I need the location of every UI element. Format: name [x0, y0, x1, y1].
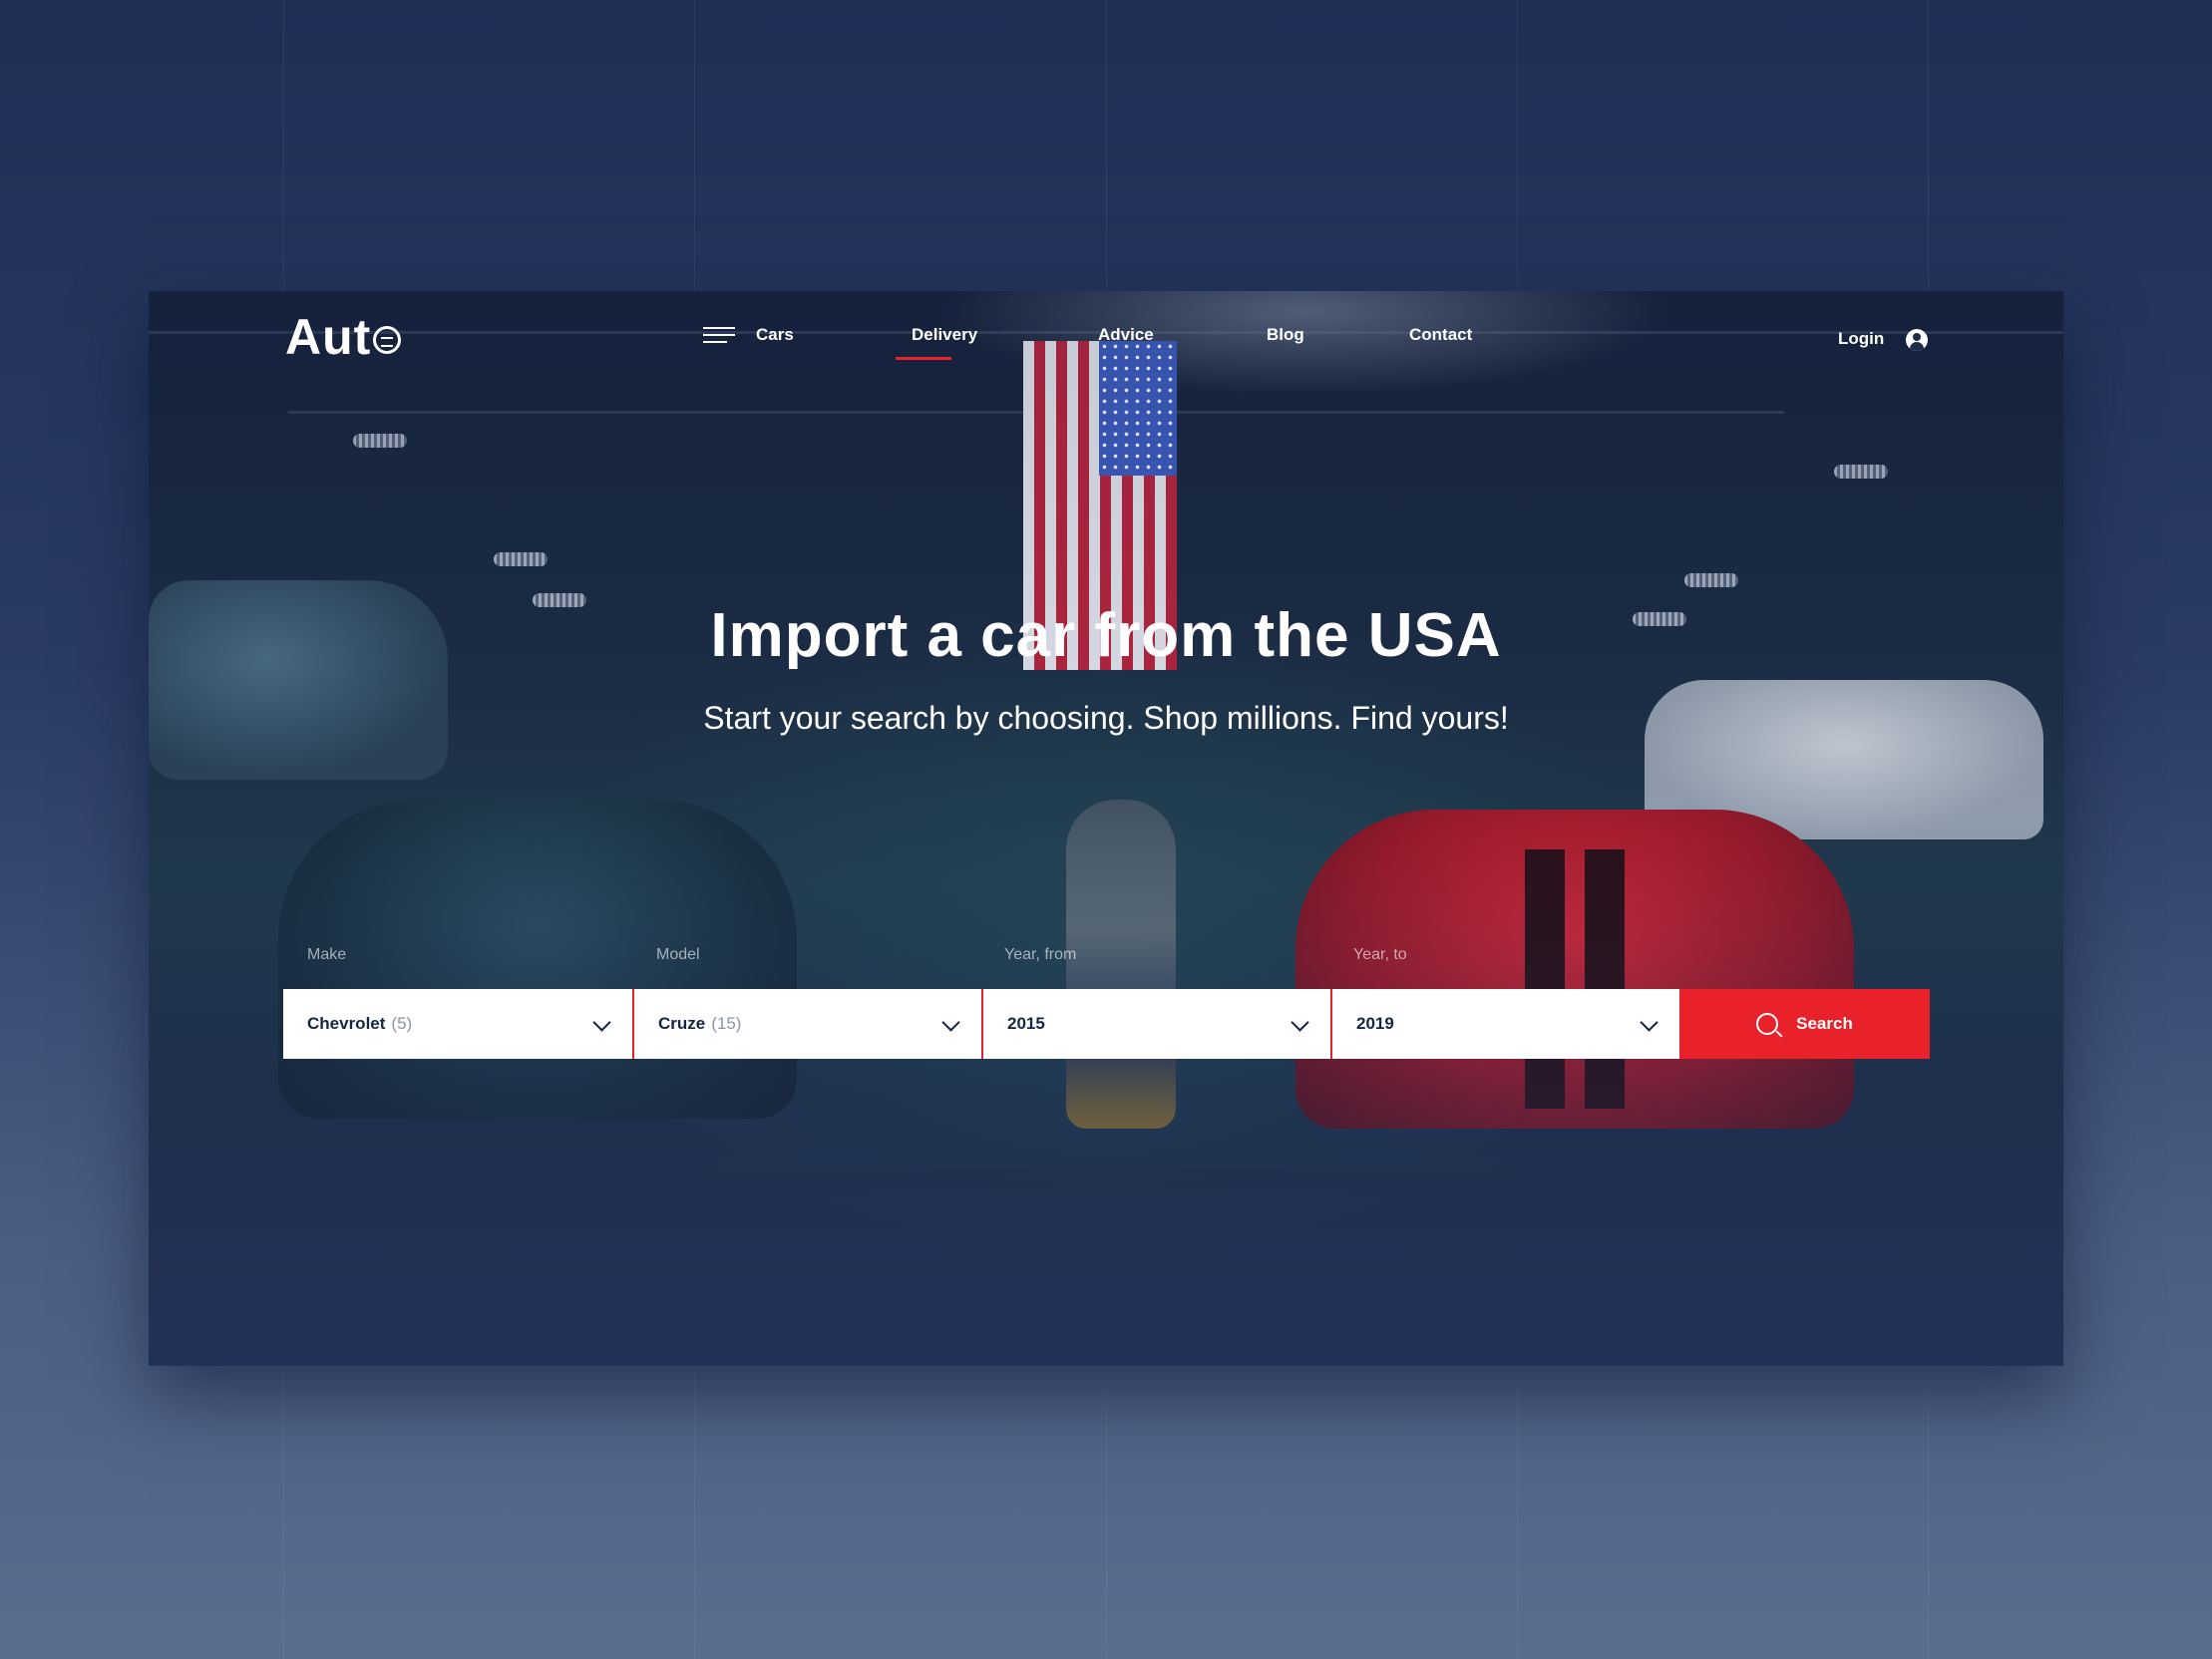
make-value: Chevrolet: [307, 1014, 386, 1033]
nav-contact[interactable]: Contact: [1409, 325, 1472, 345]
year-from-select[interactable]: 2015: [981, 989, 1330, 1059]
chevron-down-icon: [1290, 1013, 1309, 1032]
make-count: (5): [391, 1014, 413, 1033]
hero-subtitle: Start your search by choosing. Shop mill…: [703, 700, 1509, 736]
model-value: Cruze: [658, 1014, 706, 1033]
model-select[interactable]: Cruze (15): [632, 989, 981, 1059]
search-button-label: Search: [1796, 1014, 1853, 1033]
search-icon: [1756, 1013, 1779, 1035]
search-form: Chevrolet (5) Cruze (15) 2015 2019 Searc…: [283, 989, 1930, 1059]
nav-cars[interactable]: Cars: [756, 325, 794, 345]
hero-title: Import a car from the USA: [710, 601, 1502, 670]
dark-overlay: [149, 291, 2063, 1366]
chevron-down-icon: [941, 1013, 960, 1032]
year-from-label: Year, from: [1004, 946, 1077, 963]
logo[interactable]: Aut: [285, 309, 402, 365]
model-label: Model: [656, 946, 700, 963]
year-from-value: 2015: [1007, 1014, 1045, 1033]
website-frame: Aut Cars Delivery Advice Blog Contact Lo…: [149, 291, 2063, 1366]
search-button[interactable]: Search: [1679, 989, 1930, 1059]
menu-icon[interactable]: [703, 327, 735, 345]
chevron-down-icon: [592, 1013, 611, 1032]
nav-blog[interactable]: Blog: [1267, 325, 1304, 345]
chevron-down-icon: [1640, 1013, 1659, 1032]
user-icon[interactable]: [1906, 329, 1928, 351]
year-to-label: Year, to: [1353, 946, 1407, 963]
logo-text: Aut: [285, 309, 372, 365]
nav-advice[interactable]: Advice: [1098, 325, 1154, 345]
nav-delivery[interactable]: Delivery: [912, 325, 977, 345]
make-select[interactable]: Chevrolet (5): [283, 989, 632, 1059]
model-count: (15): [711, 1014, 742, 1033]
year-to-value: 2019: [1356, 1014, 1394, 1033]
make-label: Make: [307, 946, 347, 963]
active-nav-indicator: [896, 357, 951, 360]
logo-wheel-icon: [373, 326, 402, 354]
login-link[interactable]: Login: [1838, 329, 1884, 349]
year-to-select[interactable]: 2019: [1330, 989, 1679, 1059]
